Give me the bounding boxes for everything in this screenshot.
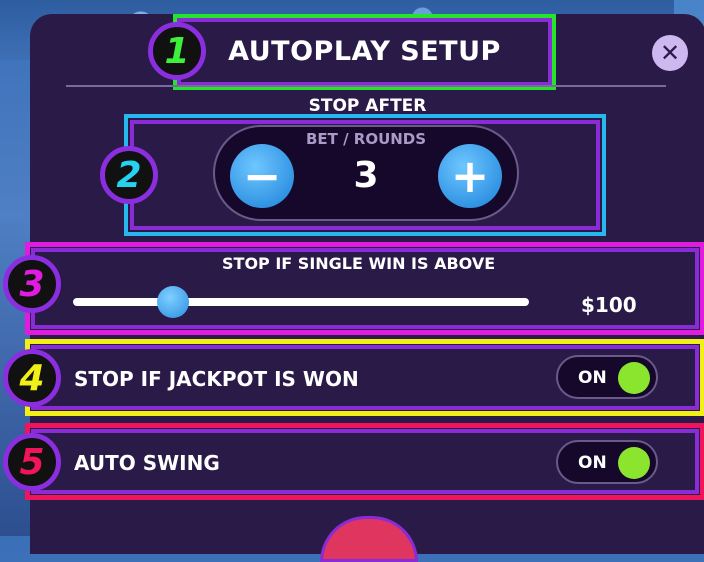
decrease-button[interactable]: − xyxy=(230,144,294,208)
badge-2: 2 xyxy=(100,146,158,204)
auto-swing-toggle[interactable]: ON xyxy=(556,440,658,484)
auto-swing-toggle-knob xyxy=(618,447,650,479)
dialog-title: AUTOPLAY SETUP xyxy=(228,36,501,67)
jackpot-toggle-text: ON xyxy=(578,368,607,388)
single-win-value: $100 xyxy=(581,293,637,317)
minus-icon: − xyxy=(242,149,282,203)
badge-5: 5 xyxy=(3,433,61,491)
single-win-label: STOP IF SINGLE WIN IS ABOVE xyxy=(222,254,496,273)
jackpot-label: STOP IF JACKPOT IS WON xyxy=(74,367,359,391)
increase-button[interactable]: + xyxy=(438,144,502,208)
plus-icon: + xyxy=(450,149,490,203)
stop-after-label: STOP AFTER xyxy=(308,96,427,116)
single-win-slider-track[interactable] xyxy=(73,298,529,306)
auto-swing-label: AUTO SWING xyxy=(74,451,220,475)
badge-4: 4 xyxy=(3,349,61,407)
divider xyxy=(66,85,666,87)
auto-swing-toggle-text: ON xyxy=(578,453,607,473)
badge-1: 1 xyxy=(148,22,206,80)
jackpot-toggle-knob xyxy=(618,362,650,394)
close-icon[interactable]: ✕ xyxy=(652,35,688,71)
jackpot-toggle[interactable]: ON xyxy=(556,355,658,399)
badge-3: 3 xyxy=(3,255,61,313)
